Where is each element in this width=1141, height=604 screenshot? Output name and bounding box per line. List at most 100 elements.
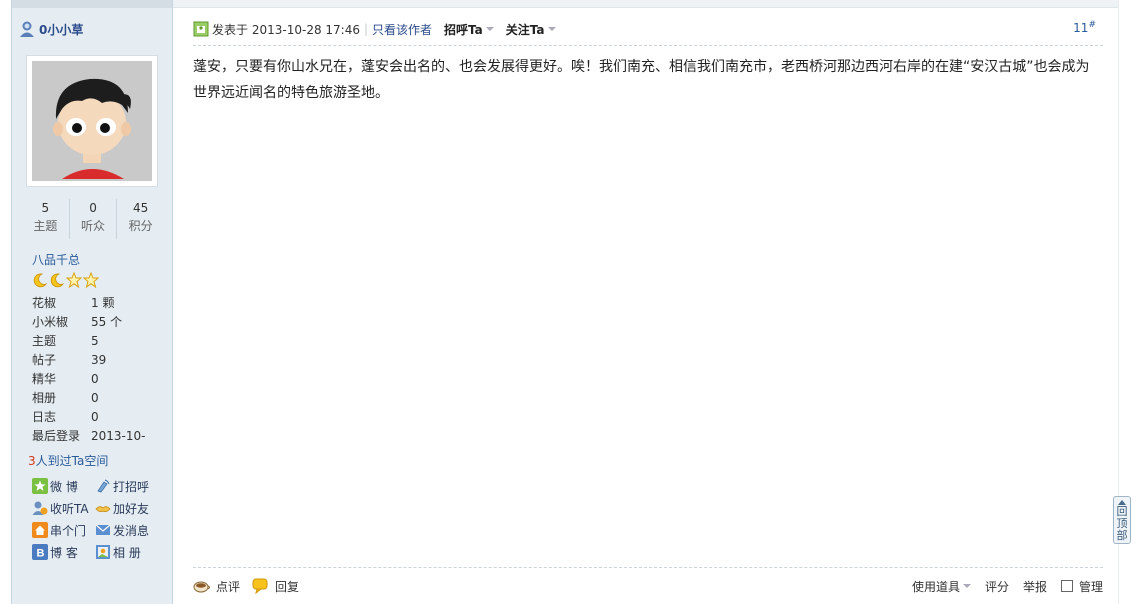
stat-label: 听众 (81, 219, 106, 233)
visited-text: 人到过Ta空间 (35, 454, 109, 468)
left-gutter (0, 0, 11, 604)
info-value: 39 (91, 353, 107, 367)
action-label: 微 博 (50, 479, 78, 494)
info-key: 帖子 (32, 353, 57, 367)
stat-value: 45 (133, 201, 149, 215)
follow-ta-label: 关注Ta (505, 22, 545, 37)
coffee-cup-icon (193, 581, 210, 593)
info-row: 主题 5 (32, 332, 172, 351)
reply-button[interactable]: 回复 (252, 578, 299, 595)
info-key: 精华 (32, 372, 57, 386)
action-label: 收听TA (50, 501, 89, 516)
online-user-icon (20, 21, 34, 37)
weibo-button[interactable]: 微 博 (32, 478, 95, 495)
info-value: 1 颗 (91, 296, 115, 310)
blog-button[interactable]: B 博 客 (32, 544, 95, 561)
star-icon (83, 272, 99, 288)
use-tool-label: 使用道具 (911, 579, 960, 594)
greet-icon (97, 479, 110, 493)
album-button[interactable]: 相 册 (95, 544, 158, 561)
info-value: 0 (91, 391, 99, 405)
post-header: 发表于 2013-10-28 17:46 | 只看该作者 招呼Ta 关注Ta (193, 17, 1098, 41)
post-time: 发表于 2013-10-28 17:46 (212, 21, 360, 38)
info-key: 最后登录 (32, 429, 81, 443)
action-label: 相 册 (113, 545, 141, 560)
greet-button[interactable]: 打招呼 (95, 478, 158, 495)
star-icon (66, 272, 82, 288)
stat-label: 积分 (128, 219, 153, 233)
moon-icon (33, 273, 48, 288)
info-value: 5 (91, 334, 99, 348)
message-icon (95, 524, 111, 535)
greet-ta-menu[interactable]: 招呼Ta (444, 21, 494, 38)
album-icon (96, 545, 110, 559)
user-rank[interactable]: 八品千总 (32, 251, 80, 268)
rate-button[interactable]: 评分 (985, 578, 1009, 595)
back-to-top-char: 部 (1116, 529, 1128, 542)
report-button[interactable]: 举报 (1023, 578, 1047, 595)
action-label: 发消息 (113, 523, 150, 538)
comment-label: 点评 (216, 579, 241, 594)
action-label: 串个门 (50, 523, 87, 538)
info-key: 花椒 (32, 296, 57, 310)
blog-icon: B (32, 544, 48, 560)
use-tool-menu[interactable]: 使用道具 (912, 578, 971, 595)
chevron-down-icon (485, 27, 494, 31)
sidebar-topbar (12, 0, 172, 8)
stat-threads[interactable]: 5 主题 (22, 199, 70, 239)
avatar[interactable] (26, 55, 158, 187)
add-friend-button[interactable]: 加好友 (95, 500, 158, 517)
action-label: 博 客 (50, 545, 78, 560)
stat-listeners[interactable]: 0 听众 (70, 199, 118, 239)
author-name-link[interactable]: 0小小草 (39, 21, 83, 38)
floor-number-link[interactable]: 11# (1073, 20, 1096, 35)
home-icon (32, 522, 48, 538)
action-label: 加好友 (113, 501, 150, 516)
stat-points[interactable]: 45 积分 (117, 199, 164, 239)
floor-mark: # (1088, 20, 1096, 30)
info-row: 花椒 1 颗 (32, 294, 172, 313)
info-row: 小米椒 55 个 (32, 313, 172, 332)
action-row: 串个门 发消息 (32, 519, 172, 541)
author-only-link[interactable]: 只看该作者 (372, 21, 432, 38)
visited-count: 3 (28, 454, 36, 468)
weibo-icon (32, 478, 48, 494)
stat-value: 5 (41, 201, 50, 215)
action-row: 微 博 打招呼 (32, 475, 172, 497)
space-visited-link[interactable]: 3人到过Ta空间 (28, 452, 108, 469)
action-row: B 博 客 相 册 (32, 541, 172, 563)
info-key: 日志 (32, 410, 57, 424)
checkbox[interactable] (1060, 580, 1073, 592)
info-row: 最后登录 2013-10- (32, 427, 172, 446)
back-to-top-button[interactable]: 回 顶 部 (1113, 496, 1131, 544)
follow-ta-menu[interactable]: 关注Ta (506, 21, 556, 38)
add-friend-icon (95, 506, 111, 513)
visit-home-button[interactable]: 串个门 (32, 522, 95, 539)
greet-ta-label: 招呼Ta (444, 22, 483, 37)
moon-icon (50, 273, 65, 288)
follow-icon (32, 501, 48, 515)
manage-checkbox[interactable]: 管理 (1060, 578, 1103, 595)
post-doc-icon (193, 21, 209, 37)
avatar-image (32, 61, 152, 181)
info-key: 相册 (32, 391, 57, 405)
info-value: 0 (91, 410, 99, 424)
chevron-down-icon (962, 584, 971, 588)
comment-button[interactable]: 点评 (193, 578, 240, 595)
reply-label: 回复 (275, 579, 300, 594)
post-topbar (173, 0, 1118, 8)
svg-text:B: B (37, 548, 45, 560)
author-line: 0小小草 (18, 18, 83, 40)
send-message-button[interactable]: 发消息 (95, 522, 158, 539)
footer-right-actions: 使用道具 评分 举报 管理 (898, 578, 1103, 595)
action-label: 打招呼 (113, 479, 150, 494)
info-value: 55 个 (91, 315, 123, 329)
info-row: 相册 0 (32, 389, 172, 408)
chevron-down-icon (547, 27, 556, 31)
info-key: 小米椒 (32, 315, 69, 329)
info-value: 2013-10- (91, 429, 146, 443)
follow-button[interactable]: 收听TA (32, 500, 95, 517)
author-sidebar: 0小小草 5 主题 0 听众 45 积分 八品千总 花椒 1 颗 小米椒 55 … (11, 0, 173, 604)
reply-bubble-icon (252, 578, 268, 594)
user-actions: 微 博 打招呼 收听TA 加好友 串个门 发消息 B 博 客 相 册 (32, 475, 172, 563)
